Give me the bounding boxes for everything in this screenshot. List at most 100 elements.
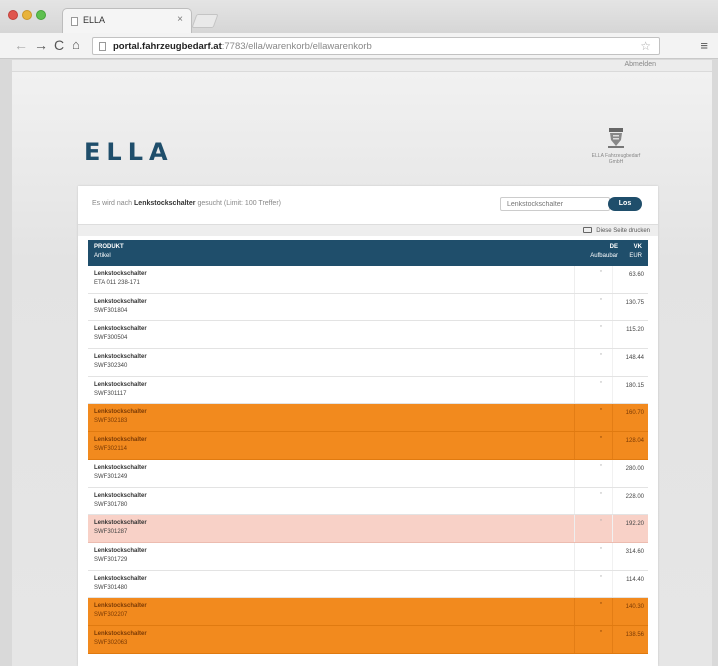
table-row[interactable]: Lenkstockschalter SWF300504 * 115.20 bbox=[88, 321, 648, 350]
product-name: Lenkstockschalter bbox=[94, 547, 147, 554]
tab-close-icon[interactable]: × bbox=[177, 14, 183, 25]
availability-marker: * bbox=[600, 325, 602, 332]
browser-tab-bar: ELLA × bbox=[0, 0, 718, 34]
url-host: portal.fahrzeugbedarf.at bbox=[113, 41, 222, 52]
close-window-button[interactable] bbox=[8, 10, 18, 20]
column-divider bbox=[612, 321, 613, 349]
table-row[interactable]: Lenkstockschalter SWF302063 * 138.56 bbox=[88, 625, 648, 654]
availability-marker: * bbox=[600, 408, 602, 415]
zoom-window-button[interactable] bbox=[36, 10, 46, 20]
product-name: Lenkstockschalter bbox=[94, 381, 147, 388]
product-name: Lenkstockschalter bbox=[94, 630, 147, 637]
article-number: SWF300504 bbox=[94, 335, 128, 342]
logout-link[interactable]: Abmelden bbox=[624, 61, 656, 68]
column-header-product[interactable]: PRODUKT bbox=[94, 244, 124, 250]
availability-marker: * bbox=[600, 353, 602, 360]
ella-logo[interactable]: ELLA bbox=[84, 138, 174, 166]
table-row[interactable]: Lenkstockschalter SWF302340 * 148.44 bbox=[88, 349, 648, 377]
new-tab-button[interactable] bbox=[191, 14, 219, 28]
availability-marker: * bbox=[600, 270, 602, 276]
column-divider bbox=[574, 515, 575, 542]
url-path: :7783/ella/warenkorb/ellawarenkorb bbox=[221, 41, 372, 52]
column-divider bbox=[574, 542, 575, 570]
result-prefix: Es wird nach bbox=[92, 200, 133, 207]
table-row[interactable]: Lenkstockschalter SWF302114 * 128.04 bbox=[88, 432, 648, 460]
availability-marker: * bbox=[600, 491, 602, 498]
product-name: Lenkstockschalter bbox=[94, 575, 147, 582]
product-name: Lenkstockschalter bbox=[94, 603, 147, 610]
minimize-window-button[interactable] bbox=[22, 10, 32, 20]
reload-icon[interactable]: C bbox=[54, 37, 64, 53]
availability-marker: * bbox=[600, 519, 602, 526]
price-value: 63.60 bbox=[628, 272, 644, 278]
results-table-body: Lenkstockschalter ETA 011 238-171 * 63.60 Le… bbox=[88, 266, 648, 654]
price-value: 180.15 bbox=[625, 382, 644, 389]
availability-marker: * bbox=[600, 380, 602, 387]
article-number: SWF302183 bbox=[94, 418, 128, 425]
result-suffix: gesucht (Limit: 100 Treffer) bbox=[197, 200, 281, 207]
availability-marker: * bbox=[600, 436, 602, 443]
search-input[interactable] bbox=[500, 197, 610, 211]
results-panel: Es wird nach Lenkstockschalter gesucht (… bbox=[78, 186, 658, 666]
price-value: 128.04 bbox=[625, 438, 644, 445]
page-icon bbox=[71, 17, 78, 26]
column-divider bbox=[574, 625, 575, 653]
price-value: 114.40 bbox=[626, 576, 644, 583]
column-header-currency: EUR bbox=[629, 253, 642, 259]
browser-menu-icon[interactable]: ≡ bbox=[700, 38, 708, 53]
forward-icon[interactable]: → bbox=[34, 37, 48, 53]
table-row[interactable]: Lenkstockschalter SWF301287 * 192.20 bbox=[88, 515, 648, 543]
search-button[interactable]: Los bbox=[608, 197, 642, 211]
column-divider bbox=[612, 542, 613, 570]
table-header: PRODUKT Artikel DE Aufbaubar VK EUR bbox=[88, 240, 648, 266]
table-row[interactable]: Lenkstockschalter SWF301249 * 280.00 bbox=[88, 459, 648, 488]
print-link[interactable]: Diese Seite drucken bbox=[583, 227, 650, 234]
table-row[interactable]: Lenkstockschalter SWF301804 * 130.75 bbox=[88, 293, 648, 322]
column-divider bbox=[574, 570, 575, 598]
article-number: SWF301117 bbox=[94, 390, 127, 397]
table-row[interactable]: Lenkstockschalter SWF302183 * 160.70 bbox=[88, 404, 648, 433]
price-value: 140.30 bbox=[625, 604, 644, 611]
table-row[interactable]: Lenkstockschalter SWF302207 * 140.30 bbox=[88, 598, 648, 626]
table-row[interactable]: Lenkstockschalter ETA 011 238-171 * 63.60 bbox=[88, 266, 648, 294]
crest-logo: ELLA Fahrzeugbedarf GmbH bbox=[590, 126, 642, 165]
table-row[interactable]: Lenkstockschalter SWF301117 * 180.15 bbox=[88, 376, 648, 405]
column-header-de[interactable]: DE bbox=[578, 244, 618, 250]
browser-tab[interactable]: ELLA × bbox=[62, 8, 192, 34]
table-row[interactable]: Lenkstockschalter SWF301780 * 228.00 bbox=[88, 487, 648, 516]
column-divider bbox=[574, 293, 575, 321]
availability-marker: * bbox=[600, 297, 602, 304]
printer-icon bbox=[583, 227, 593, 233]
utility-bar: Abmelden bbox=[12, 60, 712, 72]
product-name: Lenkstockschalter bbox=[94, 492, 147, 499]
back-icon[interactable]: ← bbox=[14, 37, 28, 53]
result-term: Lenkstockschalter bbox=[134, 200, 196, 207]
article-number: SWF301780 bbox=[94, 501, 128, 508]
column-header-artikel: Artikel bbox=[94, 253, 111, 259]
bookmark-star-icon[interactable]: ☆ bbox=[640, 39, 651, 53]
column-divider bbox=[612, 349, 613, 376]
column-divider bbox=[612, 293, 613, 321]
column-divider bbox=[574, 598, 575, 625]
price-value: 314.60 bbox=[625, 548, 644, 555]
print-label: Diese Seite drucken bbox=[596, 228, 650, 234]
price-value: 160.70 bbox=[625, 410, 644, 417]
column-divider bbox=[574, 266, 575, 293]
price-value: 192.20 bbox=[625, 521, 644, 528]
column-divider bbox=[574, 487, 575, 515]
price-value: 115.20 bbox=[626, 327, 644, 334]
column-header-vk[interactable]: VK bbox=[622, 244, 642, 250]
table-row[interactable]: Lenkstockschalter SWF301729 * 314.60 bbox=[88, 542, 648, 571]
product-name: Lenkstockschalter bbox=[94, 520, 147, 527]
column-divider bbox=[574, 459, 575, 487]
address-bar[interactable]: portal.fahrzeugbedarf.at:7783/ella/waren… bbox=[92, 37, 660, 55]
search-row: Es wird nach Lenkstockschalter gesucht (… bbox=[78, 186, 658, 222]
column-divider bbox=[574, 321, 575, 349]
column-divider bbox=[612, 515, 613, 542]
product-name: Lenkstockschalter bbox=[94, 464, 147, 471]
table-row[interactable]: Lenkstockschalter SWF301480 * 114.40 bbox=[88, 570, 648, 599]
page-content: Abmelden ELLA ELLA Fahrzeugbedarf GmbH E… bbox=[12, 60, 712, 666]
article-number: ETA 011 238-171 bbox=[94, 280, 140, 286]
home-icon[interactable]: ⌂ bbox=[72, 37, 80, 53]
page-icon bbox=[99, 42, 106, 51]
